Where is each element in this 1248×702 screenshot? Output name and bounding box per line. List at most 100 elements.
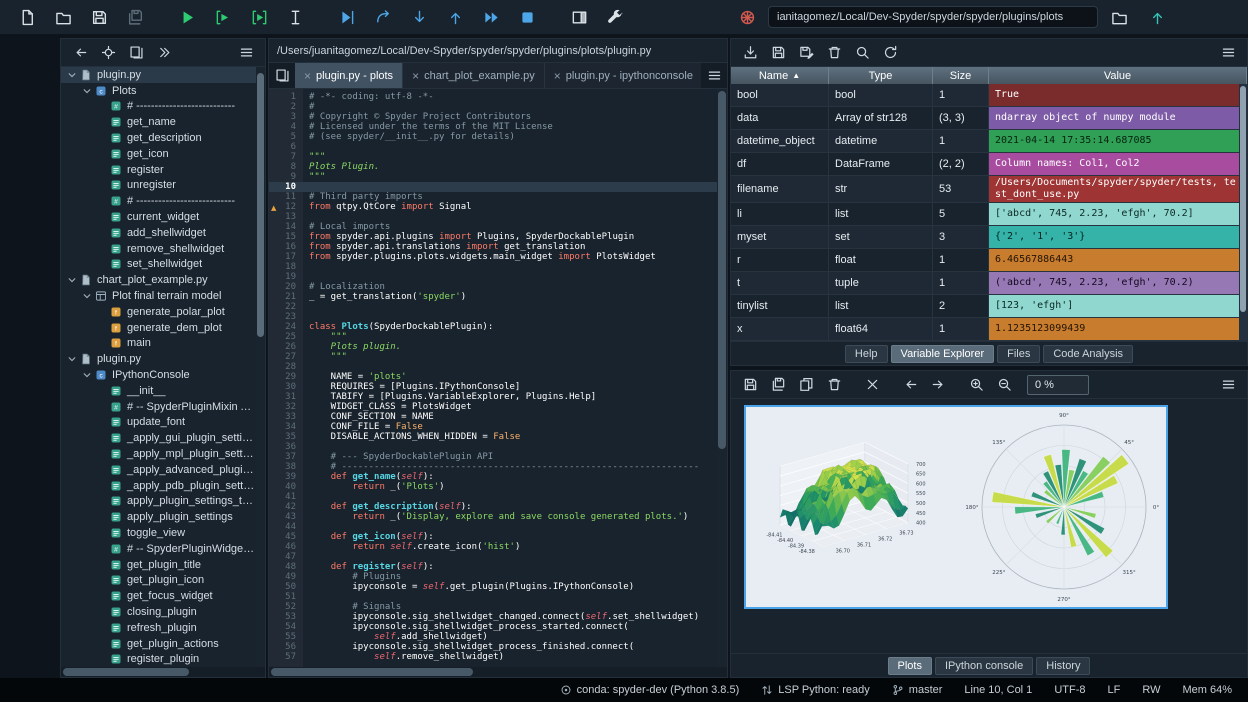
code-area[interactable]: # -*- coding: utf-8 -*-## Copyright © Sp…	[303, 89, 717, 667]
chevron-down-icon[interactable]	[67, 70, 80, 80]
zoom-out-button[interactable]	[991, 373, 1017, 397]
step-over-button[interactable]	[366, 3, 400, 31]
copy-plot-button[interactable]	[793, 373, 819, 397]
cursor-status[interactable]: Line 10, Col 1	[964, 684, 1032, 696]
outline-item[interactable]: Plot final terrain model	[61, 288, 265, 304]
browse-directory-button[interactable]	[1102, 3, 1136, 31]
run-file-button[interactable]	[170, 3, 204, 31]
column-header-value[interactable]: Value	[989, 67, 1247, 84]
save-all-plots-button[interactable]	[765, 373, 791, 397]
editor-vertical-scrollbar[interactable]	[717, 89, 727, 667]
outline-item[interactable]: _apply_gui_plugin_settings	[61, 430, 265, 446]
debug-file-button[interactable]	[330, 3, 364, 31]
outline-item[interactable]: plugin.py	[61, 67, 265, 83]
open-file-button[interactable]	[46, 3, 80, 31]
refresh-variables-button[interactable]	[877, 41, 903, 65]
remove-plot-button[interactable]	[821, 373, 847, 397]
next-plot-button[interactable]	[925, 373, 951, 397]
plots-options-button[interactable]	[1215, 373, 1241, 397]
right-bottom-tab[interactable]: IPython console	[935, 657, 1033, 675]
step-into-button[interactable]	[402, 3, 436, 31]
outline-item[interactable]: _apply_advanced_plugin_s...	[61, 462, 265, 478]
step-return-button[interactable]	[438, 3, 472, 31]
outline-item[interactable]: unregister	[61, 178, 265, 194]
show-fullpath-button[interactable]	[95, 41, 121, 65]
zoom-in-button[interactable]	[963, 373, 989, 397]
outline-item[interactable]: get_plugin_title	[61, 557, 265, 573]
outline-item[interactable]: fgenerate_dem_plot	[61, 320, 265, 336]
editor-options-button[interactable]	[701, 63, 727, 88]
go-to-cursor-button[interactable]	[67, 41, 93, 65]
outline-item[interactable]: refresh_plugin	[61, 620, 265, 636]
outline-item[interactable]: chart_plot_example.py	[61, 272, 265, 288]
git-branch-status[interactable]: master	[892, 684, 943, 696]
save-all-button[interactable]	[118, 3, 152, 31]
outline-item[interactable]: apply_plugin_settings_to_c...	[61, 494, 265, 510]
outline-item[interactable]: remove_shellwidget	[61, 241, 265, 257]
search-variable-button[interactable]	[849, 41, 875, 65]
close-tab-icon[interactable]: ×	[304, 70, 311, 82]
editor-horizontal-scrollbar[interactable]	[269, 667, 727, 677]
working-directory-input[interactable]	[768, 6, 1098, 28]
outline-item[interactable]: ## -- SpyderPluginMixin API -	[61, 399, 265, 415]
column-header-type[interactable]: Type	[829, 67, 933, 84]
editor-tab[interactable]: ×chart_plot_example.py	[403, 63, 545, 88]
close-tab-icon[interactable]: ×	[412, 70, 419, 82]
chevron-down-icon[interactable]	[82, 86, 95, 96]
outline-item[interactable]: apply_plugin_settings	[61, 509, 265, 525]
remove-variable-button[interactable]	[821, 41, 847, 65]
column-header-size[interactable]: Size	[933, 67, 989, 84]
run-cell-advance-button[interactable]	[242, 3, 276, 31]
conda-env-status[interactable]: conda: spyder-dev (Python 3.8.5)	[560, 684, 740, 696]
variable-row[interactable]: xfloat6411.1235123099439	[731, 318, 1247, 341]
outline-item[interactable]: ## -- SpyderPluginWidget AP...	[61, 541, 265, 557]
outline-item[interactable]: get_focus_widget	[61, 588, 265, 604]
chevron-down-icon[interactable]	[67, 275, 80, 285]
code-editor[interactable]: 123456789101112▲131415161718192021222324…	[269, 89, 727, 667]
variable-row[interactable]: mysetset3{'2', '1', '3'}	[731, 226, 1247, 249]
variable-scrollbar[interactable]	[1239, 84, 1247, 341]
outline-item[interactable]: get_plugin_icon	[61, 573, 265, 589]
outline-item[interactable]: cIPythonConsole	[61, 367, 265, 383]
outline-item[interactable]: ## ---------------------------	[61, 99, 265, 115]
chevron-down-icon[interactable]	[82, 370, 95, 380]
outline-item[interactable]: update_font	[61, 415, 265, 431]
remove-all-plots-button[interactable]	[859, 373, 885, 397]
outline-item[interactable]: toggle_view	[61, 525, 265, 541]
right-bottom-tab[interactable]: Plots	[888, 657, 932, 675]
variable-row[interactable]: filenamestr53/Users/Documents/spyder/spy…	[731, 176, 1247, 203]
outline-item[interactable]: set_shellwidget	[61, 257, 265, 273]
outline-item[interactable]: __init__	[61, 383, 265, 399]
right-top-tab[interactable]: Variable Explorer	[891, 345, 995, 363]
variable-options-button[interactable]	[1215, 41, 1241, 65]
variable-row[interactable]: boolbool1True	[731, 84, 1247, 107]
editor-tab[interactable]: ×plugin.py - ipythonconsole	[545, 63, 701, 88]
outline-item[interactable]: get_icon	[61, 146, 265, 162]
outline-item[interactable]: current_widget	[61, 209, 265, 225]
save-file-button[interactable]	[82, 3, 116, 31]
outline-item[interactable]: get_plugin_actions	[61, 636, 265, 652]
outline-item[interactable]: ## ---------------------------	[61, 193, 265, 209]
outline-vertical-scrollbar[interactable]	[256, 67, 265, 667]
column-header-name[interactable]: Name ▲	[731, 67, 829, 84]
variable-row[interactable]: rfloat16.46567886443	[731, 249, 1247, 272]
eol-status[interactable]: LF	[1107, 684, 1120, 696]
variable-row[interactable]: lilist5['abcd', 745, 2.23, 'efgh', 70.2]	[731, 203, 1247, 226]
variable-row[interactable]: ttuple1('abcd', 745, 2.23, 'efgh', 70.2)	[731, 272, 1247, 295]
memory-status[interactable]: Mem 64%	[1182, 684, 1232, 696]
run-cell-button[interactable]	[206, 3, 240, 31]
outline-item[interactable]: register_plugin	[61, 651, 265, 667]
outline-item[interactable]: get_description	[61, 130, 265, 146]
continue-execution-button[interactable]	[474, 3, 508, 31]
show-all-files-button[interactable]	[123, 41, 149, 65]
permissions-status[interactable]: RW	[1142, 684, 1160, 696]
variable-row[interactable]: dataArray of str128(3, 3)ndarray object …	[731, 107, 1247, 130]
outline-item[interactable]: fgenerate_polar_plot	[61, 304, 265, 320]
outline-options-button[interactable]	[233, 41, 259, 65]
import-data-button[interactable]	[737, 41, 763, 65]
outline-item[interactable]: cPlots	[61, 83, 265, 99]
preferences-button[interactable]	[598, 3, 632, 31]
outline-item[interactable]: fmain	[61, 336, 265, 352]
outline-item[interactable]: closing_plugin	[61, 604, 265, 620]
chevron-down-icon[interactable]	[67, 354, 80, 364]
